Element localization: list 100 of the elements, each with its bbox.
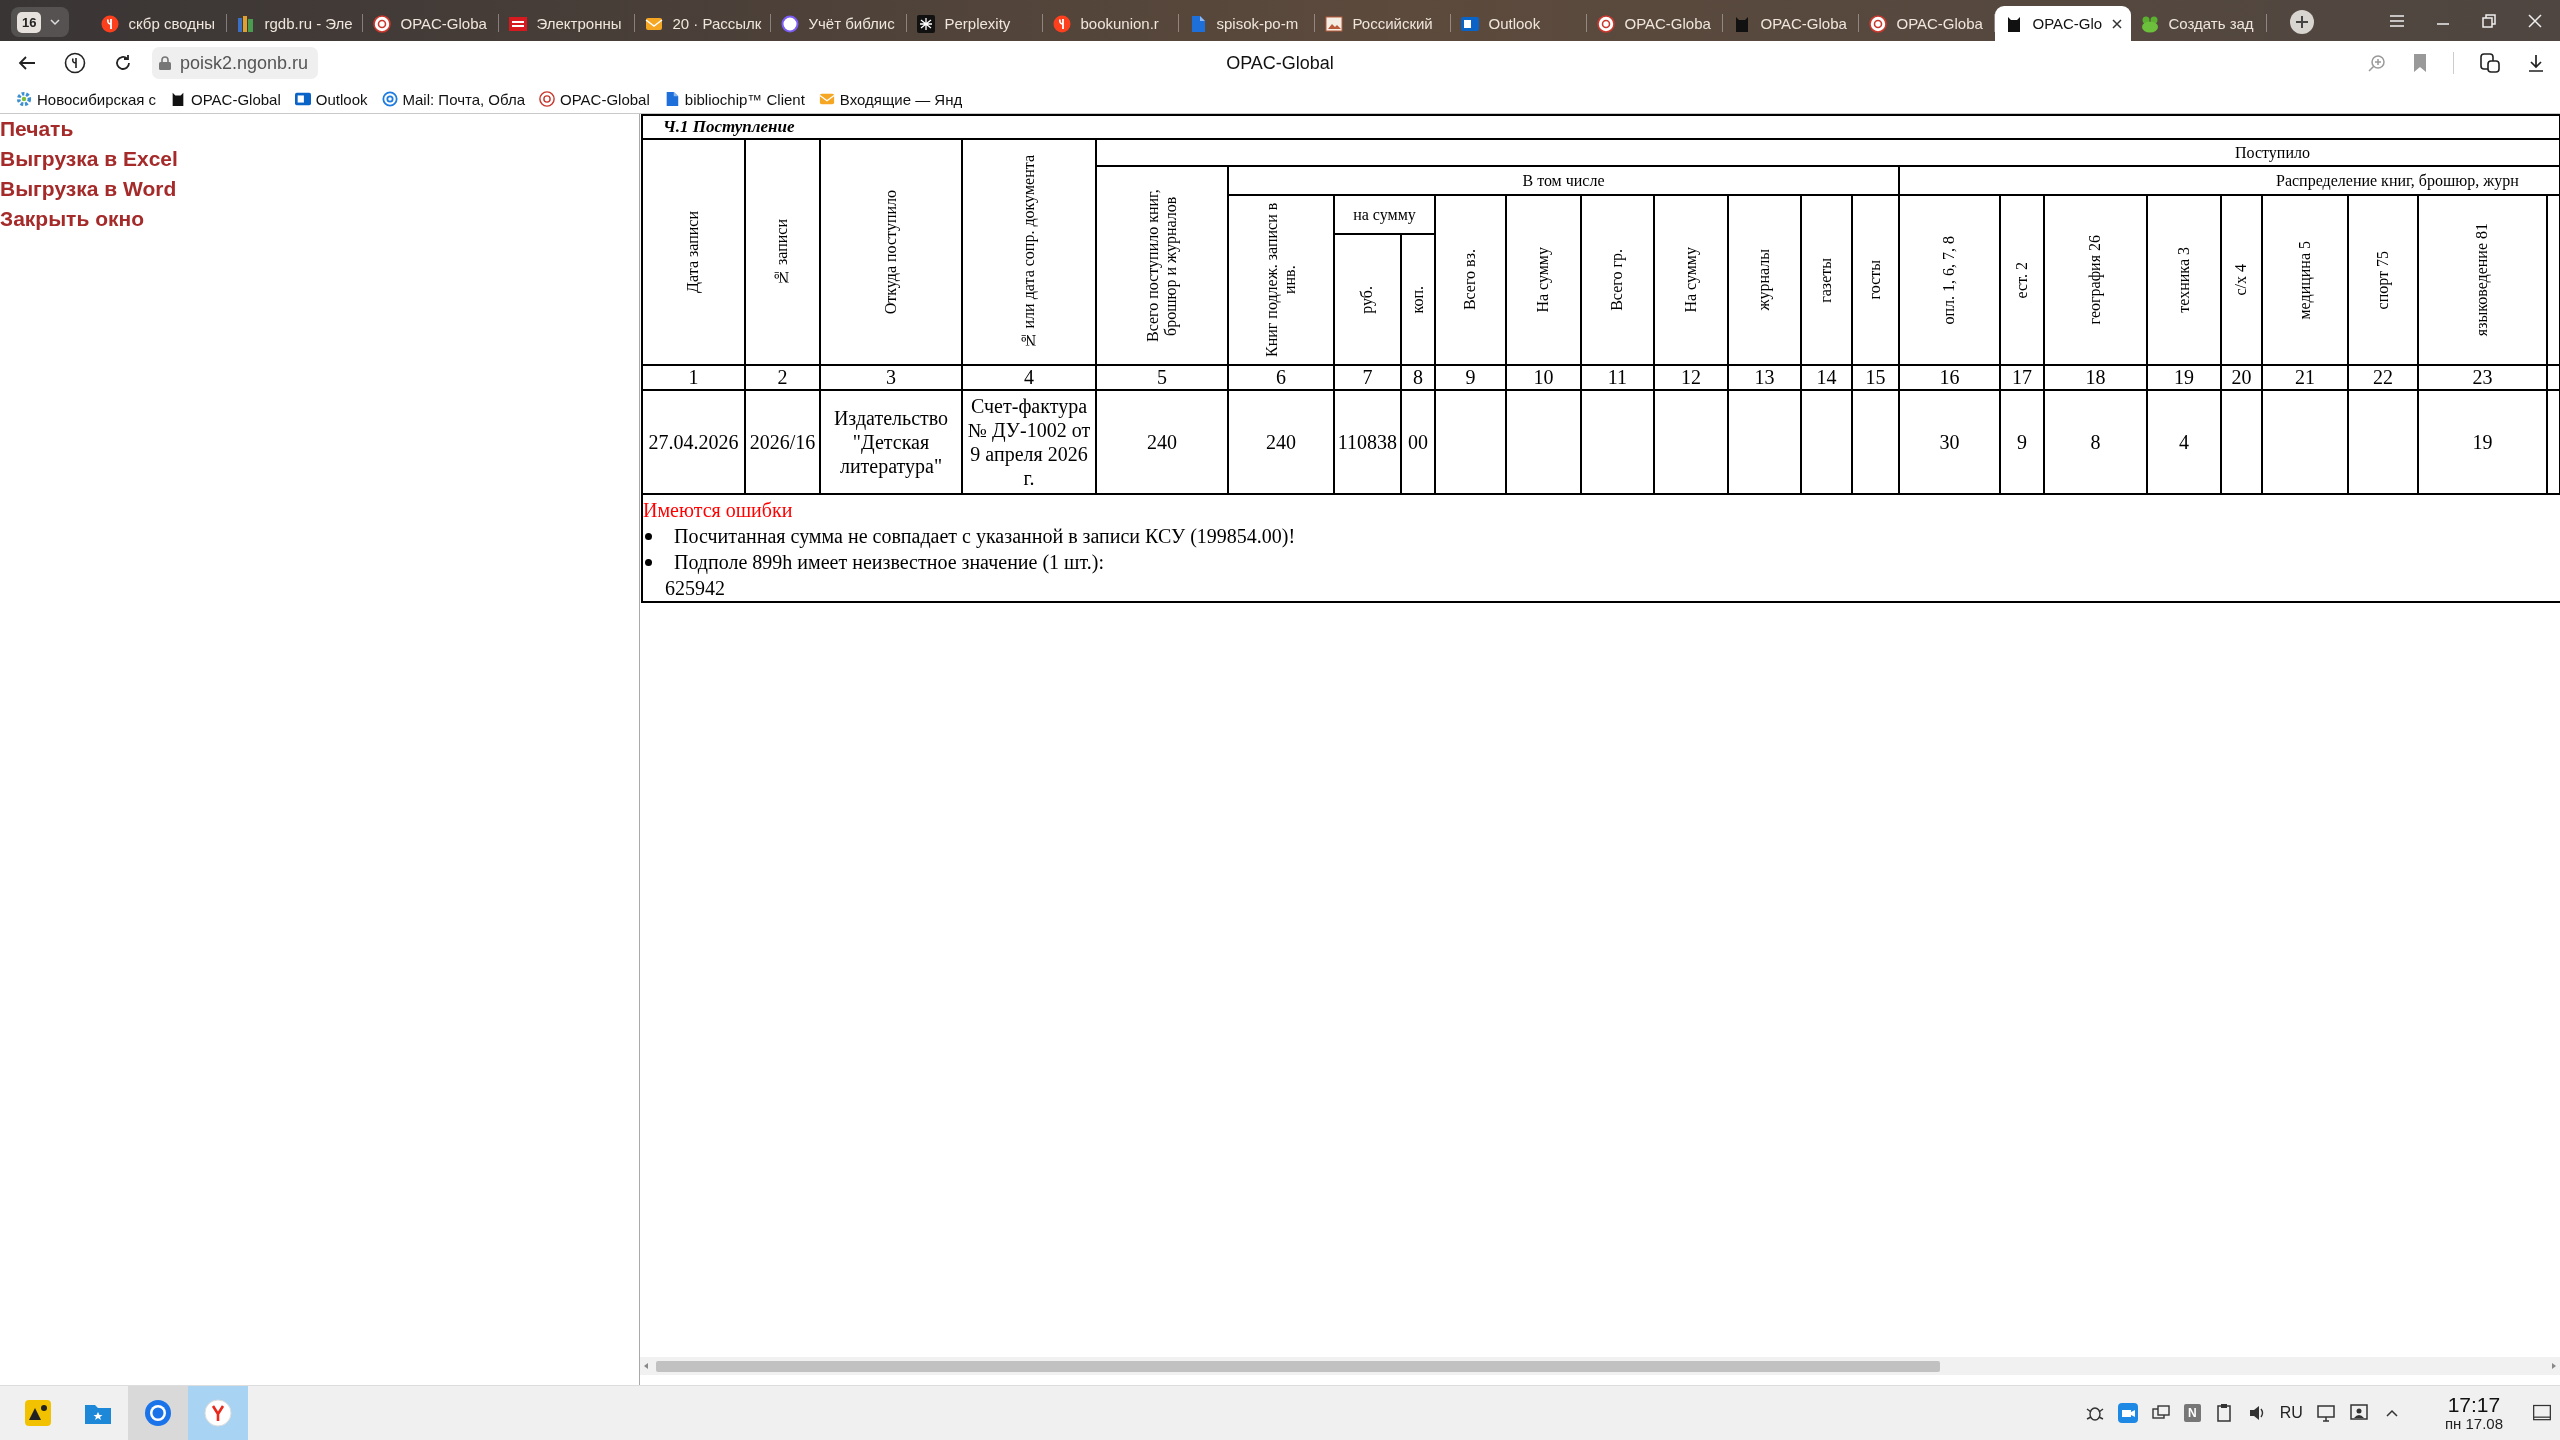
camera-icon[interactable] (2118, 1403, 2139, 1423)
bookmark[interactable]: OPAC-Global (539, 90, 650, 108)
keyboard-layout[interactable]: RU (2279, 1404, 2303, 1422)
browser-tab[interactable]: rgdb.ru - Эле (227, 6, 364, 41)
browser-tab[interactable]: Создать зад (2131, 6, 2268, 41)
column-number: 17 (2012, 366, 2032, 388)
ring-logo-icon (1597, 14, 1616, 33)
action-link[interactable]: Выгрузка в Excel (0, 144, 178, 174)
ring-logo-icon (781, 14, 800, 33)
table-cell: Издательство "Детская литература" (833, 407, 949, 477)
action-link[interactable]: Печать (0, 114, 74, 144)
browser-tab[interactable]: Российский (1315, 6, 1452, 41)
column-number: 9 (1465, 366, 1476, 388)
column-number: 12 (1681, 366, 1701, 388)
close-icon[interactable] (2111, 17, 2124, 30)
column-header: медицина 5 (2295, 240, 2315, 320)
bookmark[interactable]: Новосибирская с (16, 90, 157, 108)
browser-tab[interactable]: spisok-po-m (1179, 6, 1316, 41)
browser-tab[interactable]: OPAC-Globa (1723, 6, 1860, 41)
table-cell: 2026/16 (749, 431, 816, 453)
browser-tab[interactable]: OPAC-Glo (1995, 6, 2132, 41)
close-icon[interactable] (2526, 11, 2544, 30)
column-number: 15 (1865, 366, 1886, 388)
table-cell: Счет-фактура № ДУ-1002 от 9 апреля 2026 г. (967, 395, 1091, 489)
ring-logo-icon (373, 14, 392, 33)
lock-icon (158, 55, 172, 71)
bookmark[interactable]: bibliochip™ Client (663, 90, 805, 108)
table-cell: 4 (2179, 431, 2189, 453)
column-header: техника 3 (2174, 247, 2193, 313)
round-browser-icon (143, 1398, 173, 1428)
bullet-icon (645, 532, 652, 540)
browser-tab[interactable]: OPAC-Globa (1859, 6, 1996, 41)
circle-logo-icon (1053, 14, 1072, 33)
column-header: коп. (1408, 285, 1427, 314)
scrollbar-thumb[interactable] (656, 1360, 1940, 1372)
column-number: 14 (1816, 366, 1837, 388)
column-header: Всего поступило книг, брошюр и журналов (1143, 188, 1181, 344)
column-number: 5 (1157, 366, 1167, 388)
browser-tab[interactable]: Outlook (1451, 6, 1588, 41)
browser-tab[interactable]: bookunion.r (1043, 6, 1180, 41)
browser-tab[interactable]: Электронны (499, 6, 636, 41)
column-header: № или дата сопр. документа (1019, 154, 1039, 350)
action-link[interactable]: Закрыть окно (0, 204, 144, 234)
restore-icon[interactable] (2480, 11, 2498, 30)
column-header: спорт 75 (2373, 250, 2393, 310)
tray-badge[interactable]: N (2184, 1404, 2201, 1422)
download-icon[interactable] (2526, 53, 2546, 73)
browser-tab[interactable]: 20 · Рассылк (635, 6, 772, 41)
reload-icon[interactable] (113, 53, 133, 73)
browser-tab[interactable]: Учёт библис (771, 6, 908, 41)
browser-tab[interactable]: OPAC-Globa (363, 6, 500, 41)
column-header: ест. 2 (2012, 261, 2031, 299)
column-header: На сумму (1681, 247, 1701, 313)
app-logo-icon (23, 1398, 53, 1428)
column-header: опл. 1, 6, 7, 8 (1940, 235, 1959, 325)
mail-app-icon (1461, 14, 1480, 33)
asterisk-logo-icon (917, 14, 936, 33)
column-header: госты (1866, 260, 1885, 300)
bookmark[interactable]: Входящие — Янд (818, 90, 963, 108)
table-cell: 00 (1408, 431, 1428, 453)
column-number: 1 (688, 366, 699, 388)
extensions-icon[interactable] (2479, 52, 2501, 74)
horizontal-scrollbar[interactable] (640, 1357, 2560, 1375)
user-screen-icon[interactable] (2348, 1403, 2369, 1423)
zoom-icon[interactable] (2367, 53, 2387, 73)
tab-counter-button[interactable]: 16 (11, 7, 70, 37)
table-cell: 30 (1939, 431, 1960, 453)
action-link[interactable]: Выгрузка в Word (0, 174, 177, 204)
column-header: Всего гр. (1608, 249, 1627, 311)
bookmark[interactable]: Mail: Почта, Обла (381, 90, 526, 108)
new-tab-icon[interactable] (2289, 9, 2316, 35)
clock[interactable]: 17:17 пн 17.08 (2444, 1393, 2503, 1433)
circle-logo-icon (203, 1398, 233, 1428)
column-header: Дата записи (684, 211, 703, 293)
monitor-icon[interactable] (2315, 1403, 2336, 1423)
bookmark-icon[interactable] (2412, 53, 2428, 73)
column-number: 6 (1276, 366, 1286, 388)
column-number: 16 (1939, 366, 1960, 388)
bookmark[interactable]: Outlook (294, 90, 368, 108)
column-number: 19 (2174, 366, 2194, 388)
column-header: газеты (1817, 257, 1836, 303)
table-cell: 240 (1147, 431, 1177, 453)
bookmark[interactable]: OPAC-Global (170, 90, 281, 108)
column-number: 10 (1533, 366, 1554, 388)
clock-date: пн 17.08 (2444, 1416, 2503, 1433)
browser-tab[interactable]: скбр сводны (91, 6, 228, 41)
column-header: с/х 4 (2232, 264, 2251, 296)
error-title: Имеются ошибки (643, 498, 794, 523)
clock-time: 17:17 (2447, 1393, 2501, 1417)
browser-logo-icon[interactable] (64, 52, 86, 74)
browser-tab[interactable]: OPAC-Globa (1587, 6, 1724, 41)
gear-icon (16, 91, 32, 107)
document-icon (1189, 14, 1208, 33)
square-logo-icon (509, 14, 528, 33)
column-number: 11 (1607, 366, 1628, 388)
address-field[interactable]: poisk2.ngonb.ru (152, 47, 319, 79)
column-number: 3 (886, 366, 896, 388)
browser-tab[interactable]: Perplexity (907, 6, 1044, 41)
notifications-icon[interactable] (2532, 1403, 2552, 1423)
column-number: 23 (2472, 366, 2493, 388)
